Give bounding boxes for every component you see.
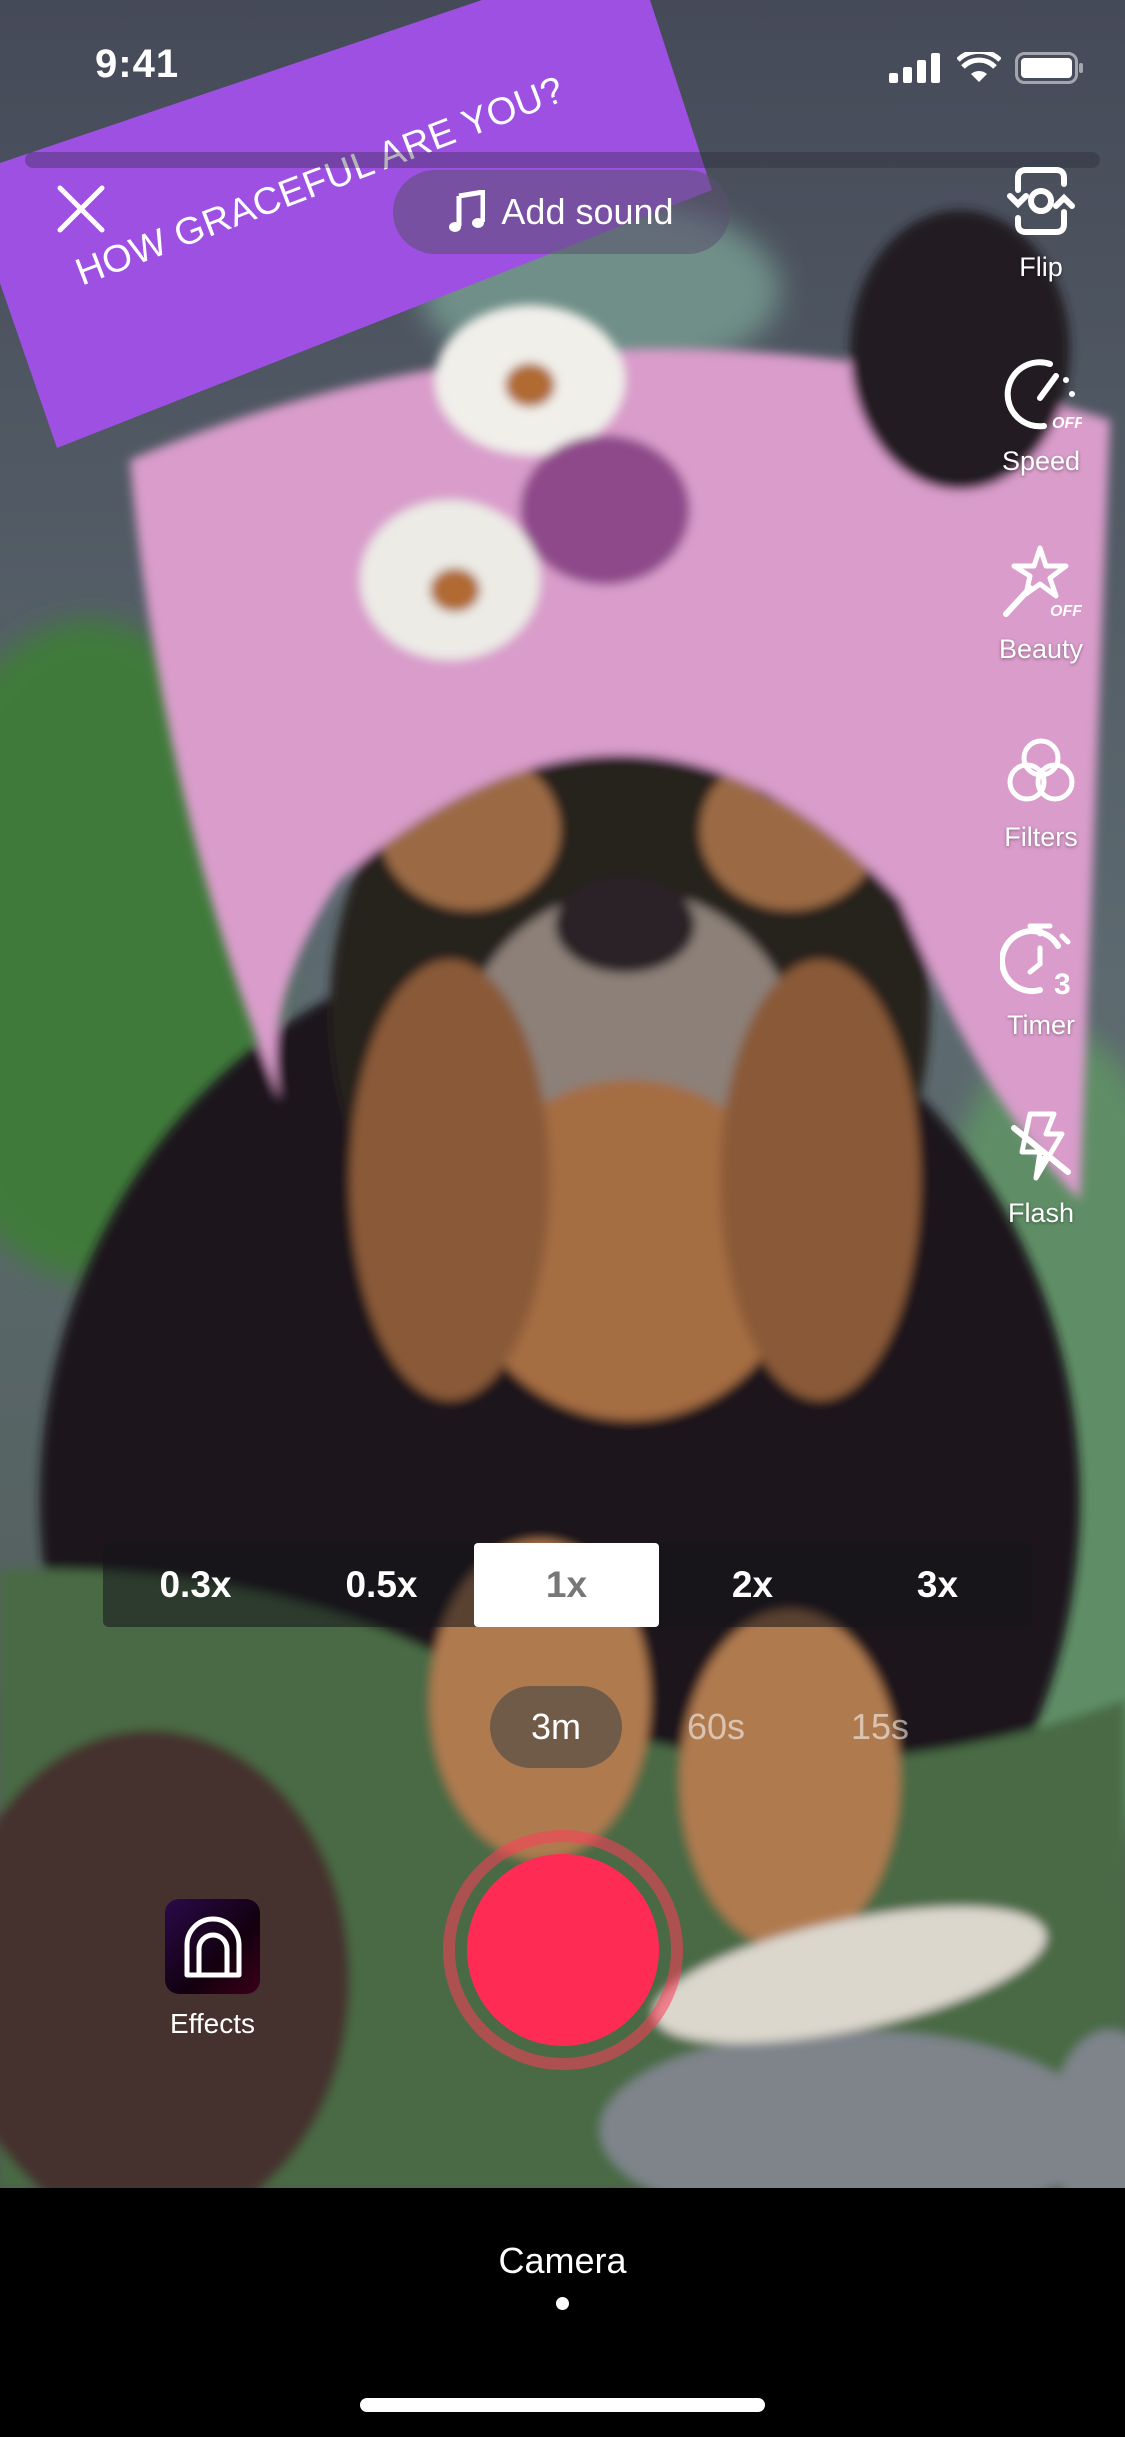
svg-text:OFF: OFF [1052, 415, 1082, 432]
status-time: 9:41 [95, 42, 180, 86]
duration-60s[interactable]: 60s [650, 1686, 782, 1768]
speed-icon: OFF [1004, 359, 1082, 432]
duration-3m[interactable]: 3m [490, 1686, 622, 1768]
status-icons [889, 52, 1085, 84]
record-button[interactable] [467, 1854, 659, 2046]
zoom-option-0.5x[interactable]: 0.5x [289, 1543, 474, 1627]
flash-label: Flash [1007, 1198, 1075, 1228]
beauty-wand-icon: OFF [1003, 545, 1082, 620]
close-icon [57, 185, 105, 233]
zoom-option-3x[interactable]: 3x [845, 1543, 1030, 1627]
speed-button[interactable]: OFF Speed [980, 354, 1102, 477]
filters-icon [1007, 738, 1075, 802]
battery-icon [1015, 52, 1083, 84]
timer-label: Timer [1007, 1010, 1075, 1040]
add-sound-label: Add sound [501, 191, 674, 232]
home-indicator[interactable] [360, 2398, 765, 2412]
mode-tab-camera[interactable]: Camera [0, 2240, 1125, 2282]
filters-label: Filters [1004, 822, 1078, 852]
wifi-icon [957, 52, 1001, 82]
flip-label: Flip [1019, 252, 1063, 282]
music-note-icon [449, 190, 486, 232]
zoom-option-1x[interactable]: 1x [474, 1543, 659, 1627]
zoom-selector: 0.3x 0.5x 1x 2x 3x [103, 1543, 1032, 1627]
filters-button[interactable]: Filters [980, 730, 1102, 853]
mode-indicator-dot [556, 2297, 569, 2310]
svg-text:3: 3 [1054, 968, 1071, 1000]
recording-progress-bar [25, 152, 1100, 168]
zoom-option-2x[interactable]: 2x [660, 1543, 845, 1627]
flip-button[interactable]: Flip [980, 160, 1102, 283]
svg-text:OFF: OFF [1050, 603, 1082, 620]
speed-label: Speed [1001, 446, 1081, 476]
add-sound-button[interactable]: Add sound [393, 170, 730, 254]
signal-icon [889, 53, 940, 83]
flash-button[interactable]: Flash [980, 1106, 1102, 1229]
timer-icon: 3 [1000, 923, 1071, 1000]
timer-button[interactable]: 3 Timer [980, 918, 1102, 1041]
beauty-label: Beauty [998, 634, 1084, 664]
effects-arch-icon [184, 1916, 241, 1977]
effects-button[interactable] [165, 1899, 260, 1994]
effects-label: Effects [169, 2008, 256, 2039]
flash-off-icon [1011, 1111, 1071, 1181]
beauty-button[interactable]: OFF Beauty [980, 542, 1102, 665]
flip-camera-icon [1007, 167, 1075, 235]
close-button[interactable] [50, 178, 112, 240]
zoom-option-0.3x[interactable]: 0.3x [103, 1543, 288, 1627]
duration-15s[interactable]: 15s [814, 1686, 946, 1768]
